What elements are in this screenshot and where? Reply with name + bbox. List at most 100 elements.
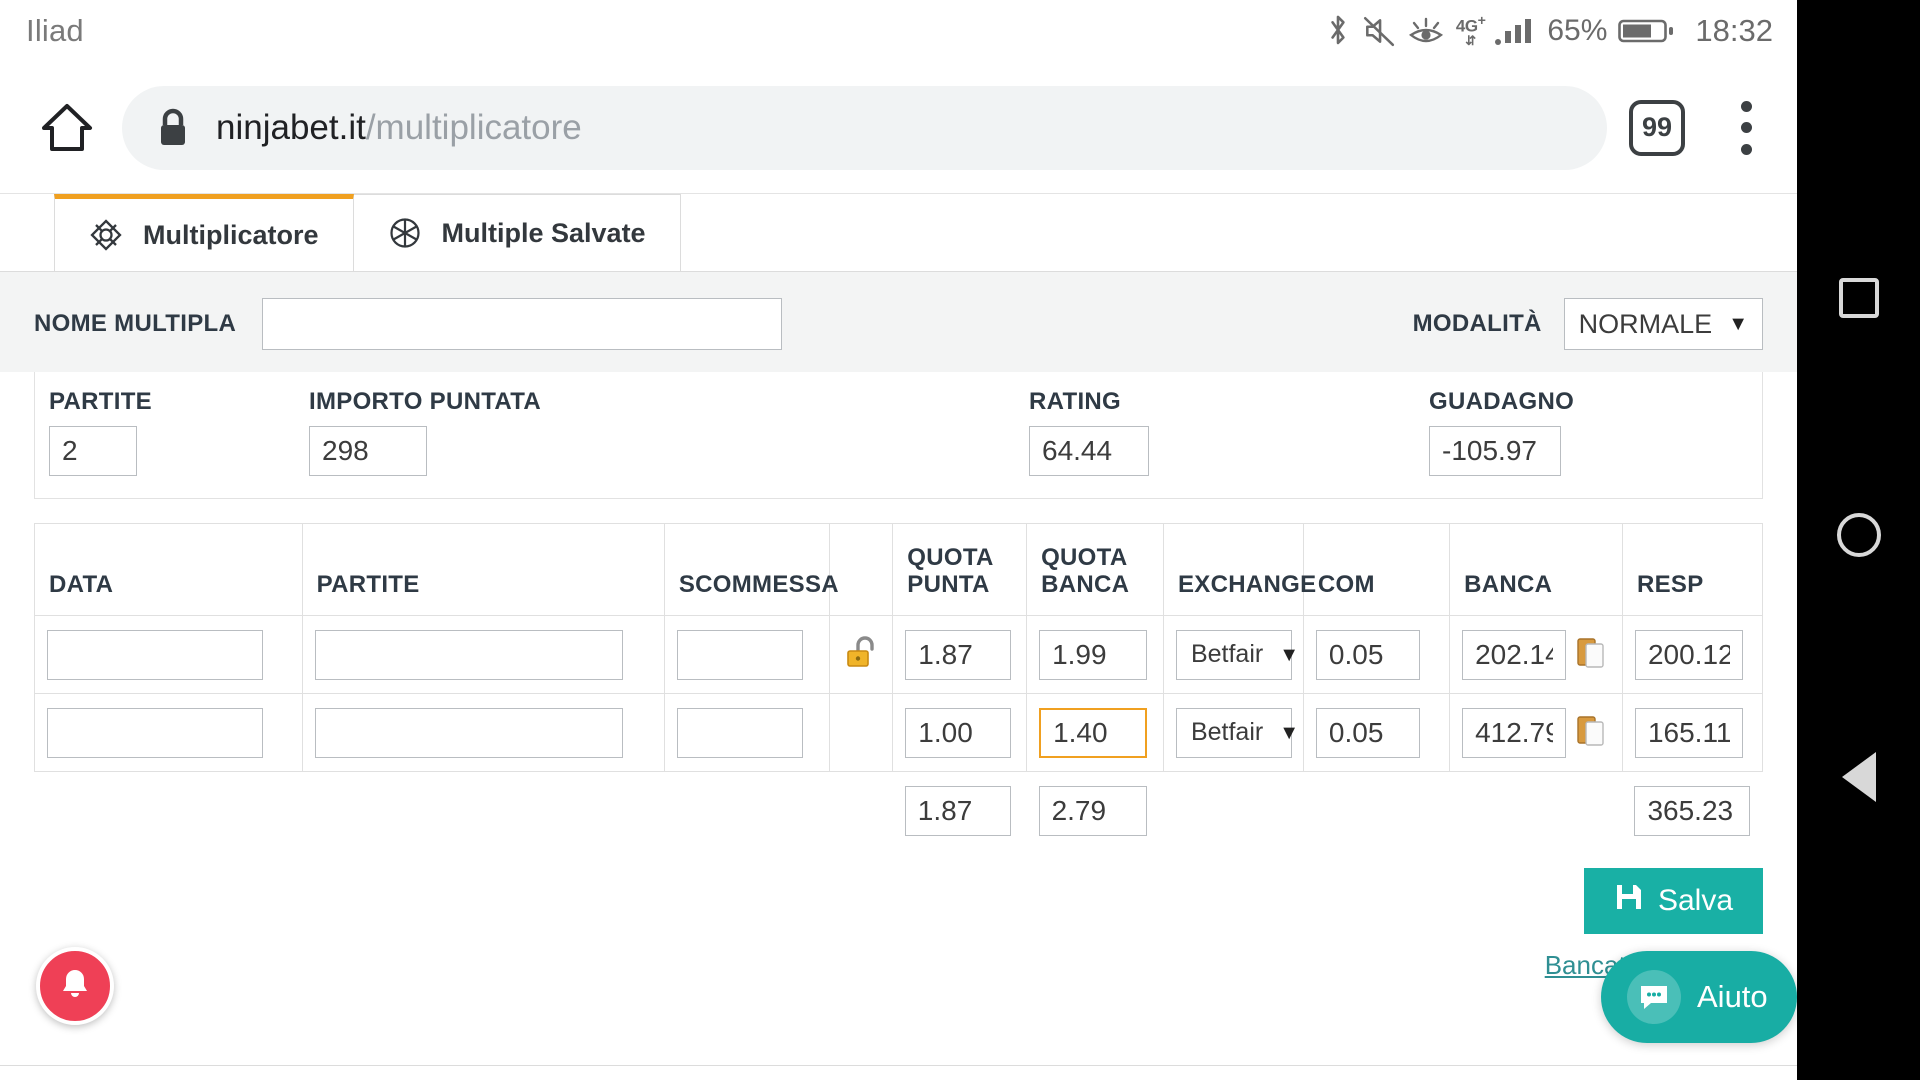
clipboard-icon[interactable]	[1576, 635, 1606, 674]
signal-bars-icon	[1494, 15, 1534, 47]
save-row: Salva	[0, 850, 1797, 934]
url-host: ninjabet.it	[216, 107, 366, 147]
cell-partite	[301, 693, 665, 772]
row1-resp-input[interactable]	[1634, 707, 1743, 758]
unlock-icon[interactable]	[842, 636, 882, 676]
save-button[interactable]: Salva	[1583, 867, 1763, 934]
table-row: Betfair ▼	[34, 615, 1764, 694]
tab-multiplicatore-label: Multiplicatore	[143, 219, 319, 250]
cell-exchange: Betfair ▼	[1162, 693, 1304, 772]
row0-exchange-value: Betfair	[1190, 640, 1264, 668]
col-quota-banca-line2: BANCA	[1041, 571, 1130, 599]
home-button[interactable]	[1836, 512, 1881, 557]
row1-data-input[interactable]	[47, 707, 263, 758]
row1-exchange-select[interactable]: Betfair ▼	[1175, 707, 1299, 758]
row0-com-input[interactable]	[1315, 629, 1420, 680]
col-banca: BANCA	[1449, 523, 1623, 616]
url-bar[interactable]: ninjabet.it/multiplicatore	[122, 85, 1607, 170]
row1-scommessa-input[interactable]	[676, 707, 803, 758]
row1-com-input[interactable]	[1315, 707, 1420, 758]
network-plus: +	[1477, 12, 1486, 29]
chevron-down-icon: ▼	[1279, 721, 1300, 744]
row0-exchange-select[interactable]: Betfair ▼	[1175, 629, 1299, 680]
tab-counter-button[interactable]: 99	[1629, 99, 1685, 156]
clipboard-icon[interactable]	[1576, 713, 1606, 752]
stat-partite-label: PARTITE	[49, 388, 152, 415]
stat-importo-puntata-input[interactable]	[309, 426, 427, 476]
web-page-content: Multiplicatore Multiple Salvate NOME MUL…	[0, 194, 1797, 1079]
chat-icon	[1627, 970, 1681, 1024]
overflow-menu-icon[interactable]	[1723, 97, 1769, 159]
totals-spacer-data	[35, 772, 303, 850]
carrier-label: Iliad	[26, 13, 84, 48]
status-bar: Iliad 4G+ ⇵ 65% 18:32	[0, 0, 1797, 62]
cell-banca	[1449, 615, 1623, 694]
back-button[interactable]	[1841, 752, 1876, 803]
table-totals-row	[35, 772, 1763, 850]
cell-banca	[1449, 693, 1623, 772]
page-bottom-divider	[0, 1065, 1797, 1079]
row0-quota-punta-input[interactable]	[905, 629, 1012, 680]
recents-button[interactable]	[1838, 277, 1879, 318]
cell-data	[34, 693, 303, 772]
col-exchange: EXCHANGE	[1162, 523, 1316, 616]
save-button-label: Salva	[1657, 883, 1733, 917]
col-com: COM	[1302, 523, 1451, 616]
row0-partite-input[interactable]	[314, 629, 623, 680]
browser-toolbar: ninjabet.it/multiplicatore 99	[0, 62, 1797, 194]
app-tab-bar: Multiplicatore Multiple Salvate	[0, 194, 1797, 272]
totals-quota-banca-input[interactable]	[1038, 785, 1147, 836]
totals-spacer-scommessa	[664, 772, 829, 850]
totals-quota-punta-input[interactable]	[904, 785, 1011, 836]
col-quota-punta-line2: PUNTA	[907, 571, 990, 599]
android-navigation-rail	[1797, 0, 1920, 1080]
help-chat-button[interactable]: Aiuto	[1601, 951, 1797, 1043]
home-icon[interactable]	[30, 91, 104, 165]
col-quota-punta: QUOTA PUNTA	[892, 523, 1028, 616]
cell-com	[1302, 693, 1451, 772]
totals-quota-banca	[1027, 772, 1164, 850]
stat-partite-input[interactable]	[49, 426, 137, 476]
col-partite: PARTITE	[301, 523, 665, 616]
row1-quota-punta-input[interactable]	[905, 707, 1012, 758]
battery-percent: 65%	[1547, 14, 1608, 47]
cell-scommessa	[663, 693, 830, 772]
modalita-select[interactable]: NORMALE ▼	[1563, 298, 1763, 350]
cell-data	[34, 615, 303, 694]
col-lock	[828, 523, 894, 616]
multipla-name-form: NOME MULTIPLA MODALITÀ NORMALE ▼	[0, 272, 1797, 372]
row0-scommessa-input[interactable]	[676, 629, 803, 680]
modalita-value: NORMALE	[1578, 308, 1713, 339]
nome-multipla-input[interactable]	[262, 298, 783, 350]
network-type-icon: 4G+ ⇵	[1455, 12, 1486, 48]
tab-multiple-salvate[interactable]: Multiple Salvate	[353, 194, 681, 271]
row0-banca-input[interactable]	[1462, 629, 1567, 680]
stat-guadagno: GUADAGNO	[1415, 388, 1574, 476]
stat-importo-puntata-label: IMPORTO PUNTATA	[309, 388, 542, 415]
stat-guadagno-input[interactable]	[1429, 426, 1561, 476]
totals-resp-input[interactable]	[1634, 785, 1751, 836]
nome-multipla-label: NOME MULTIPLA	[34, 310, 237, 337]
stat-guadagno-label: GUADAGNO	[1429, 388, 1575, 415]
tab-multiplicatore[interactable]: Multiplicatore	[54, 194, 354, 271]
cell-quota-punta	[892, 693, 1028, 772]
row1-quota-banca-input[interactable]	[1039, 707, 1148, 758]
cell-resp	[1621, 693, 1764, 772]
col-quota-banca-line1: QUOTA	[1041, 543, 1128, 571]
row1-banca-input[interactable]	[1462, 707, 1567, 758]
status-icons: 4G+ ⇵ 65% 18:32	[1325, 13, 1773, 49]
mute-icon	[1362, 14, 1396, 48]
row0-resp-input[interactable]	[1634, 629, 1743, 680]
stat-rating-input[interactable]	[1029, 426, 1149, 476]
row1-partite-input[interactable]	[314, 707, 623, 758]
battery-icon	[1618, 15, 1674, 47]
table-row: Betfair ▼	[34, 693, 1764, 772]
row0-quota-banca-input[interactable]	[1039, 629, 1148, 680]
cell-exchange: Betfair ▼	[1162, 615, 1304, 694]
cell-com	[1302, 615, 1451, 694]
lock-icon	[156, 107, 190, 149]
row0-data-input[interactable]	[47, 629, 263, 680]
floppy-disk-icon	[1614, 882, 1644, 920]
phone-screen: Iliad 4G+ ⇵ 65% 18:32 ninjabet.it/multip…	[0, 0, 1797, 1080]
notification-bell-button[interactable]	[36, 947, 114, 1025]
